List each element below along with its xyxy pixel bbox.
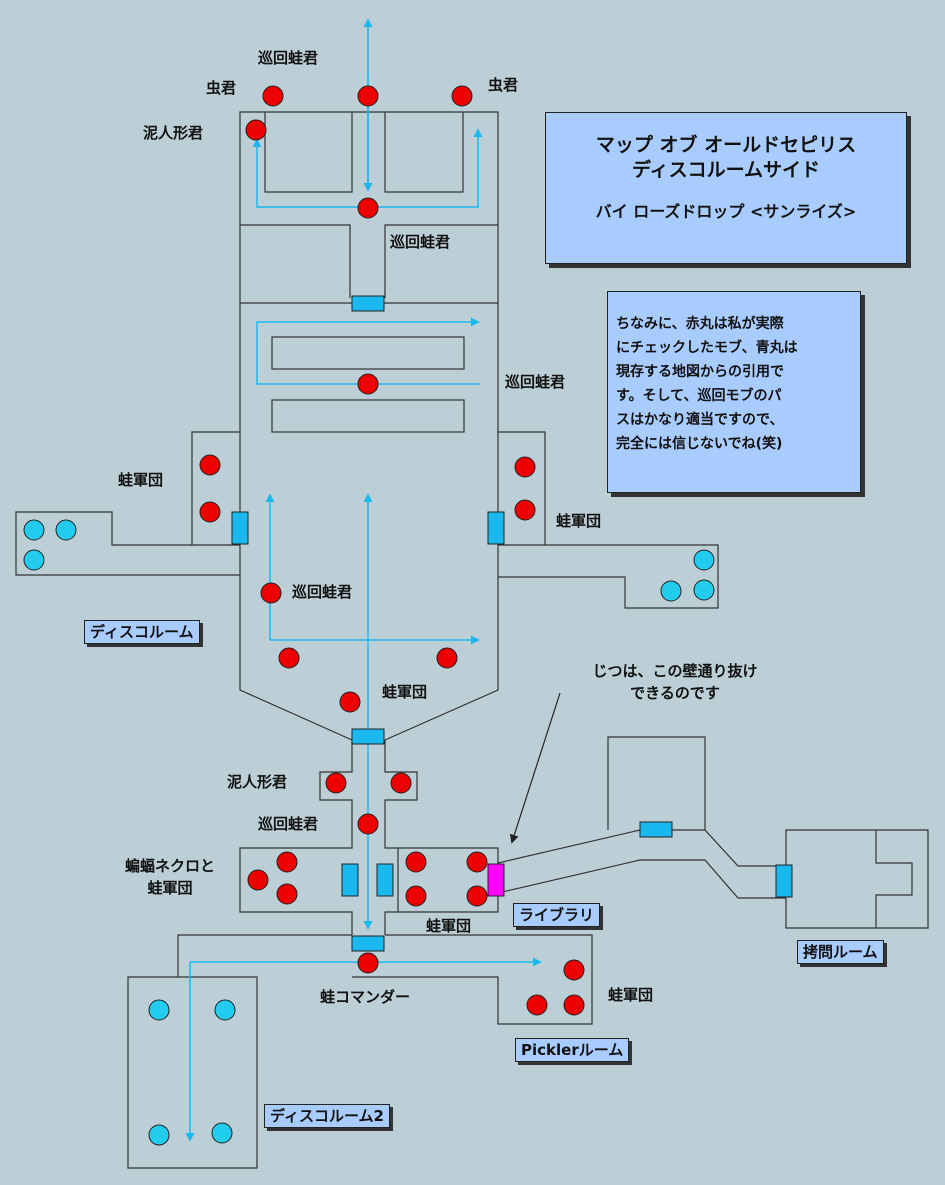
observed-mob <box>276 883 298 905</box>
passable-wall <box>487 863 505 897</box>
mapped-mob <box>23 519 45 541</box>
label-patrol-frog: 巡回蛙君 <box>390 233 451 251</box>
map-title-box: マップ オブ オールドセピリス ディスコルームサイド バイ ローズドロップ <サ… <box>545 112 907 264</box>
note-line: ちなみに、赤丸は私が実際 <box>616 316 784 332</box>
observed-mob <box>247 869 269 891</box>
observed-mob <box>260 582 282 604</box>
legend-note: ちなみに、赤丸は私が実際 にチェックしたモブ、青丸は 現存する地図からの引用で … <box>607 291 861 493</box>
observed-mob <box>563 994 585 1016</box>
note-line: 完全には信じないでね(笑) <box>616 436 783 452</box>
mapped-mob <box>214 999 236 1021</box>
mapped-mob <box>23 549 45 571</box>
door <box>639 821 673 838</box>
door <box>341 863 359 897</box>
observed-mob <box>514 499 536 521</box>
label-mud-doll: 泥人形君 <box>143 124 204 142</box>
mapped-mob <box>148 999 170 1021</box>
observed-mob <box>357 197 379 219</box>
door <box>351 295 385 312</box>
mapped-mob <box>693 579 715 601</box>
note-line: にチェックしたモブ、青丸は <box>616 340 798 356</box>
label-bug: 虫君 <box>488 76 519 94</box>
room-label-disco2: ディスコルーム2 <box>264 1104 390 1128</box>
door <box>376 863 394 897</box>
observed-mob <box>357 813 379 835</box>
label-patrol-frog: 巡回蛙君 <box>505 373 566 391</box>
note-line: 現存する地図からの引用で <box>616 364 784 380</box>
label-bug: 虫君 <box>206 79 237 97</box>
label-patrol-frog: 巡回蛙君 <box>258 49 319 67</box>
door <box>351 935 385 952</box>
map-title-line1: マップ オブ オールドセピリス <box>595 134 857 156</box>
room-label-pickler: Picklerルーム <box>515 1038 630 1062</box>
door <box>775 864 793 898</box>
wall-note-line2: できるのです <box>630 684 720 702</box>
mapped-mob <box>148 1124 170 1146</box>
observed-mob <box>563 959 585 981</box>
observed-mob <box>357 85 379 107</box>
label-patrol-frog: 巡回蛙君 <box>292 583 353 601</box>
note-line: スはかなり適当ですので、 <box>616 412 784 428</box>
label-mud-doll: 泥人形君 <box>227 773 288 791</box>
observed-mob <box>526 994 548 1016</box>
label-patrol-frog: 巡回蛙君 <box>258 815 319 833</box>
label-bat-necro: 蝙蝠ネクロと 蛙軍団 <box>108 857 232 897</box>
door <box>231 511 249 545</box>
observed-mob <box>199 501 221 523</box>
note-line: す。そして、巡回モブのパ <box>616 388 782 404</box>
observed-mob <box>466 851 488 873</box>
observed-mob <box>278 647 300 669</box>
room-label-disco: ディスコルーム <box>84 620 200 644</box>
observed-mob <box>357 373 379 395</box>
map-author: バイ ローズドロップ <サンライズ> <box>595 202 857 221</box>
label-frog-army: 蛙軍団 <box>118 471 164 489</box>
label-frog-army: 蛙軍団 <box>426 917 472 935</box>
observed-mob <box>245 119 267 141</box>
wall-note-line1: じつは、この壁通り抜け <box>592 662 758 680</box>
mapped-mob <box>660 580 682 602</box>
observed-mob <box>405 851 427 873</box>
room-label-library: ライブラリ <box>513 903 601 927</box>
observed-mob <box>451 85 473 107</box>
door <box>351 728 385 745</box>
label-frog-army: 蛙軍団 <box>556 512 602 530</box>
observed-mob <box>390 772 412 794</box>
map-title-line2: ディスコルームサイド <box>631 159 821 181</box>
observed-mob <box>276 851 298 873</box>
label-frog-army: 蛙軍団 <box>382 683 428 701</box>
door <box>487 511 505 545</box>
observed-mob <box>357 952 379 974</box>
observed-mob <box>405 885 427 907</box>
mapped-mob <box>693 549 715 571</box>
label-frog-commander: 蛙コマンダー <box>320 988 411 1006</box>
observed-mob <box>466 885 488 907</box>
passable-wall-note: じつは、この壁通り抜け できるのです <box>565 662 785 702</box>
label-bat-necro-line2: 蛙軍団 <box>147 879 193 897</box>
observed-mob <box>436 647 458 669</box>
observed-mob <box>339 691 361 713</box>
observed-mob <box>199 454 221 476</box>
label-frog-army: 蛙軍団 <box>608 986 654 1004</box>
observed-mob <box>325 772 347 794</box>
mapped-mob <box>211 1122 233 1144</box>
observed-mob <box>262 85 284 107</box>
label-bat-necro-line1: 蝙蝠ネクロと <box>124 857 215 875</box>
observed-mob <box>514 456 536 478</box>
mapped-mob <box>55 519 77 541</box>
room-label-torture: 拷問ルーム <box>797 940 884 964</box>
pointer-arrow <box>509 692 561 844</box>
